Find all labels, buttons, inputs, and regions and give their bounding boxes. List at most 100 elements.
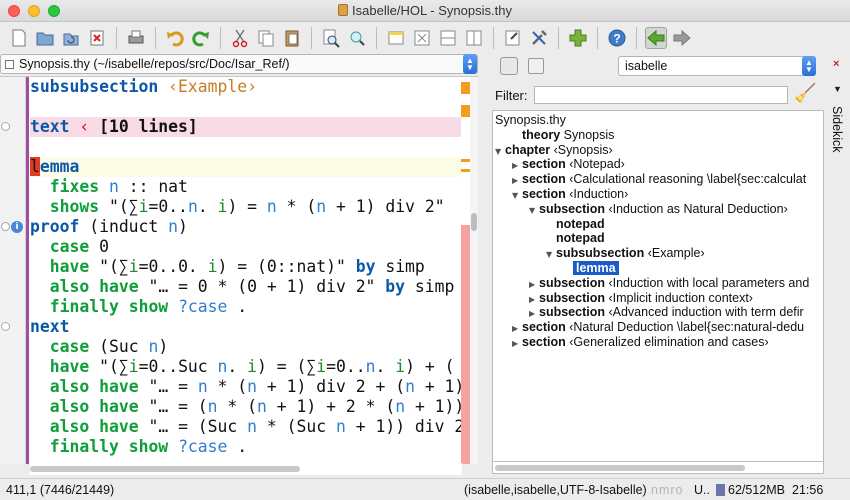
outline-node-label: ‹Natural Deduction \label{sec:natural-de… (565, 320, 805, 335)
code-line[interactable]: finally show ?case . (30, 437, 462, 457)
info-marker-icon[interactable]: i (11, 221, 23, 233)
print-icon[interactable] (125, 27, 147, 49)
code-line[interactable]: also have "… = (n * (n + 1) + 2 * (n + 1… (30, 397, 465, 417)
dock-tab-sidekick[interactable]: Sidekick (830, 106, 844, 153)
cut-icon[interactable] (229, 27, 251, 49)
memory-indicator[interactable]: 62/512MB (716, 483, 785, 497)
close-buffer-icon[interactable] (86, 27, 108, 49)
collapsed-triangle-icon[interactable]: ▶ (529, 292, 539, 307)
code-line[interactable]: shows "(∑i=0..n. i) = n * (n + 1) div 2" (30, 197, 462, 217)
help-icon[interactable]: ? (606, 27, 628, 49)
code-line[interactable]: have "(∑i=0..0. i) = (0::nat)" by simp (30, 257, 462, 277)
horizontal-scrollbar-thumb[interactable] (30, 466, 300, 472)
caret-position[interactable]: 411,1 (7446/21449) (6, 483, 114, 497)
code-line[interactable] (30, 137, 462, 157)
outline-node[interactable]: notepad (546, 217, 605, 232)
code-line[interactable]: finally show ?case . (30, 297, 462, 317)
editor-gutter: i (0, 77, 26, 464)
buffer-switcher-chevron-icon[interactable]: ▲ ▼ (463, 54, 477, 74)
sidekick-parse-icon[interactable] (500, 57, 518, 75)
copy-icon[interactable] (255, 27, 277, 49)
outline-node[interactable]: ▶ section ‹Calculational reasoning \label… (512, 172, 806, 187)
back-icon[interactable] (645, 27, 667, 49)
expanded-triangle-icon[interactable]: ▼ (546, 247, 556, 262)
collapsed-triangle-icon[interactable]: ▶ (529, 306, 539, 321)
reload-icon[interactable] (60, 27, 82, 49)
horizontal-scrollbar[interactable] (30, 463, 462, 475)
code-line[interactable]: proof (induct n) (30, 217, 462, 237)
outline-node[interactable]: ▶ section ‹Natural Deduction \label{sec:n… (512, 320, 804, 335)
expanded-triangle-icon[interactable]: ▼ (495, 144, 505, 159)
code-line[interactable]: also have "… = n * (n + 1) div 2 + (n + … (30, 377, 465, 397)
outline-node[interactable]: notepad (546, 231, 605, 246)
clear-filter-broom-icon[interactable]: 🧹 (794, 83, 816, 104)
outline-horizontal-scrollbar[interactable] (492, 462, 824, 474)
outline-node[interactable]: ▶ subsection ‹Induction with local parame… (529, 276, 809, 291)
outline-node[interactable]: theory Synopsis (512, 128, 614, 143)
outline-node[interactable]: ▶ subsection ‹Advanced induction with ter… (529, 305, 804, 320)
paste-icon[interactable] (281, 27, 303, 49)
outline-node[interactable]: ▼ chapter ‹Synopsis› (495, 143, 613, 158)
outline-horizontal-scrollbar-thumb[interactable] (495, 465, 745, 471)
collapsed-triangle-icon[interactable]: ▶ (512, 336, 522, 351)
buffer-switcher[interactable]: Synopsis.thy (~/isabelle/repos/src/Doc/I… (0, 54, 478, 74)
fold-marker-icon[interactable] (1, 222, 10, 231)
outline-node[interactable]: ▼ subsubsection ‹Example› (546, 246, 705, 261)
code-line[interactable]: lemma (30, 157, 462, 177)
filter-input[interactable] (534, 86, 788, 104)
collapsed-triangle-icon[interactable]: ▶ (512, 173, 522, 188)
new-view-icon[interactable] (385, 27, 407, 49)
outline-node[interactable]: ▼ section ‹Induction› (512, 187, 628, 202)
buffer-options-icon[interactable] (502, 27, 524, 49)
vertical-scrollbar[interactable] (470, 77, 478, 464)
code-token: * (Suc (257, 417, 336, 436)
fold-marker-icon[interactable] (1, 322, 10, 331)
expanded-triangle-icon[interactable]: ▼ (512, 188, 522, 203)
code-line[interactable]: next (30, 317, 462, 337)
code-line[interactable]: have "(∑i=0..Suc n. i) = (∑i=0..n. i) + … (30, 357, 462, 377)
fold-marker-icon[interactable] (1, 122, 10, 131)
code-line[interactable]: fixes n :: nat (30, 177, 462, 197)
parser-select-chevron-icon[interactable]: ▲ ▼ (802, 56, 816, 76)
outline-tree[interactable]: Synopsis.thy theory Synopsis ▼ chapter ‹Syn… (492, 110, 824, 462)
parser-select[interactable]: isabelle ▲ ▼ (618, 56, 816, 76)
outline-node[interactable]: ▼ subsection ‹Induction as Natural Deduct… (529, 202, 788, 217)
code-line[interactable]: case 0 (30, 237, 462, 257)
code-line[interactable]: text ‹ [10 lines] (30, 117, 462, 137)
vertical-scrollbar-thumb[interactable] (471, 213, 477, 231)
forward-icon[interactable] (671, 27, 693, 49)
redo-icon[interactable] (190, 27, 212, 49)
find-icon[interactable] (320, 27, 342, 49)
find-replace-icon[interactable] (346, 27, 368, 49)
text-editor[interactable]: i subsubsection ‹Example› text ‹ [10 line… (0, 76, 478, 464)
buffer-mode[interactable]: (isabelle,isabelle,UTF-8-Isabelle) (464, 483, 647, 497)
collapsed-triangle-icon[interactable]: ▶ (512, 321, 522, 336)
dock-menu-arrow-icon[interactable]: ▼ (833, 84, 842, 94)
open-folder-icon[interactable] (34, 27, 56, 49)
code-line[interactable]: subsubsection ‹Example› (30, 77, 462, 97)
code-line[interactable]: also have "… = 0 * (0 + 1) div 2" by sim… (30, 277, 462, 297)
plugin-manager-icon[interactable] (567, 27, 589, 49)
global-options-icon[interactable] (528, 27, 550, 49)
new-file-icon[interactable] (8, 27, 30, 49)
unsplit-icon[interactable] (411, 27, 433, 49)
code-area[interactable]: subsubsection ‹Example› text ‹ [10 lines]… (30, 77, 465, 457)
outline-node[interactable]: lemma (563, 261, 619, 276)
outline-node[interactable]: ▶ section ‹Notepad› (512, 157, 625, 172)
outline-node[interactable]: ▶ subsection ‹Implicit induction context› (529, 291, 753, 306)
code-line[interactable]: case (Suc n) (30, 337, 462, 357)
split-vertical-icon[interactable] (463, 27, 485, 49)
split-horizontal-icon[interactable] (437, 27, 459, 49)
collapsed-triangle-icon[interactable]: ▶ (512, 158, 522, 173)
undo-icon[interactable] (164, 27, 186, 49)
close-dock-icon[interactable]: × (833, 58, 839, 70)
expanded-triangle-icon[interactable]: ▼ (529, 203, 539, 218)
collapsed-triangle-icon[interactable]: ▶ (529, 277, 539, 292)
code-line[interactable] (30, 97, 462, 117)
sidekick-options-icon[interactable] (528, 58, 544, 74)
outline-node[interactable]: Synopsis.thy (495, 113, 566, 128)
outline-node[interactable]: ▶ section ‹Generalized elimination and ca… (512, 335, 769, 350)
code-line[interactable]: also have "… = (Suc n * (Suc n + 1)) div… (30, 417, 465, 437)
